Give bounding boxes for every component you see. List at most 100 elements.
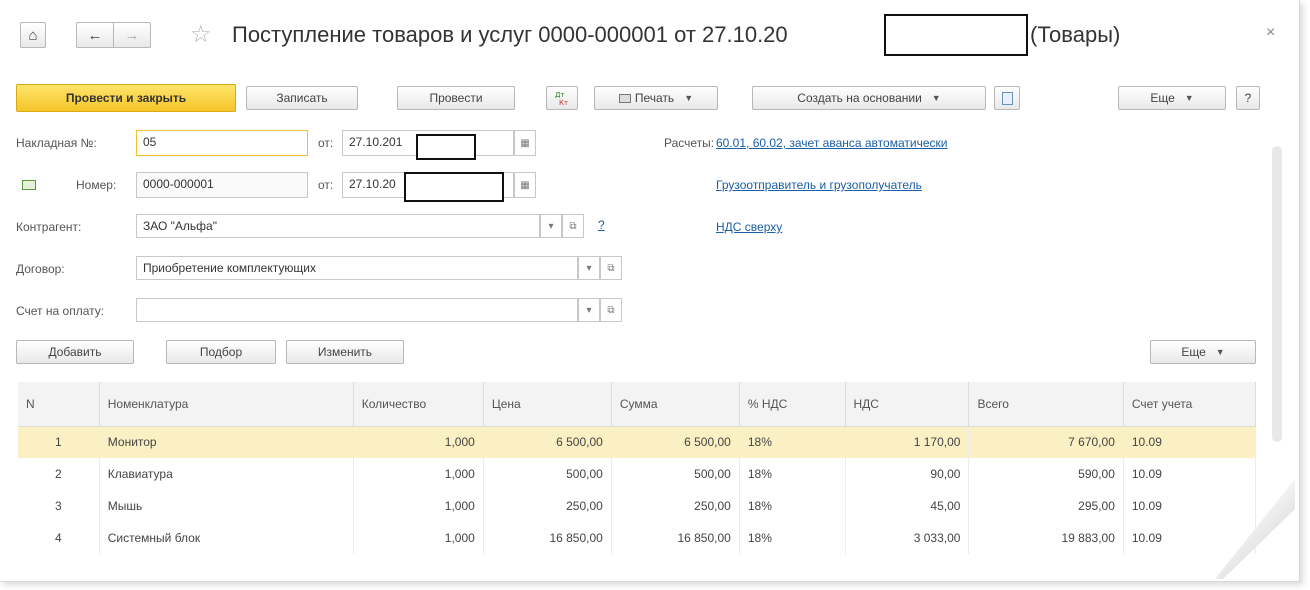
price-cell[interactable]: 250,00 bbox=[483, 490, 612, 522]
help-button[interactable]: ? bbox=[1236, 86, 1260, 110]
report-icon bbox=[1001, 91, 1013, 105]
account-cell[interactable]: 10.09 bbox=[1123, 458, 1257, 490]
table-more-label: Еще bbox=[1181, 345, 1206, 359]
redaction-box bbox=[404, 172, 504, 202]
save-button[interactable]: Записать bbox=[246, 86, 358, 110]
sum-cell[interactable]: 250,00 bbox=[611, 490, 740, 522]
column-header[interactable]: Сумма bbox=[611, 382, 740, 427]
chevron-down-icon[interactable]: ▾ bbox=[578, 298, 600, 322]
column-header[interactable]: Всего bbox=[968, 382, 1124, 427]
sum-cell[interactable]: 16 850,00 bbox=[611, 522, 740, 554]
quantity-cell[interactable]: 1,000 bbox=[353, 490, 484, 522]
chevron-down-icon: ▼ bbox=[1215, 347, 1225, 357]
vat-on-top-link[interactable]: НДС сверху bbox=[716, 220, 782, 234]
chevron-down-icon: ▼ bbox=[1184, 93, 1194, 103]
table-header-row: N Номенклатура Количество Цена Сумма % Н… bbox=[18, 382, 1257, 427]
vat-rate-cell[interactable]: 18% bbox=[739, 458, 846, 490]
row-number-cell: 3 bbox=[18, 490, 100, 522]
back-button[interactable]: ← bbox=[76, 22, 114, 48]
more-button[interactable]: Еще ▼ bbox=[1118, 86, 1226, 110]
payment-invoice-input[interactable] bbox=[136, 298, 578, 322]
table-row[interactable]: 1 Монитор 1,000 6 500,00 6 500,00 18% 1 … bbox=[18, 426, 1257, 458]
vat-cell[interactable]: 1 170,00 bbox=[845, 426, 970, 458]
vat-rate-cell[interactable]: 18% bbox=[739, 522, 846, 554]
total-cell: 7 670,00 bbox=[968, 426, 1124, 458]
home-button[interactable]: ⌂ bbox=[20, 22, 46, 48]
calendar-icon[interactable]: ▦ bbox=[514, 172, 536, 198]
counterparty-label: Контрагент: bbox=[16, 220, 82, 234]
chevron-down-icon[interactable]: ▾ bbox=[540, 214, 562, 238]
payment-invoice-label: Счет на оплату: bbox=[16, 304, 105, 318]
print-button[interactable]: Печать ▼ bbox=[594, 86, 718, 110]
contract-input[interactable]: Приобретение комплектующих bbox=[136, 256, 578, 280]
pick-button[interactable]: Подбор bbox=[166, 340, 276, 364]
post-and-close-button[interactable]: Провести и закрыть bbox=[16, 84, 236, 112]
counterparty-input[interactable]: ЗАО "Альфа" bbox=[136, 214, 540, 238]
counterparty-help-link[interactable]: ? bbox=[598, 218, 605, 232]
price-cell[interactable]: 6 500,00 bbox=[483, 426, 612, 458]
open-link-icon[interactable]: ⧉ bbox=[600, 298, 622, 322]
chevron-down-icon: ▼ bbox=[684, 93, 694, 103]
report-button[interactable] bbox=[994, 86, 1020, 110]
account-cell[interactable]: 10.09 bbox=[1123, 522, 1257, 554]
quantity-cell[interactable]: 1,000 bbox=[353, 522, 484, 554]
nomenclature-cell[interactable]: Клавиатура bbox=[99, 458, 354, 490]
table-row[interactable]: 2 Клавиатура 1,000 500,00 500,00 18% 90,… bbox=[18, 458, 1257, 490]
column-header[interactable]: N bbox=[18, 382, 100, 427]
document-window: ⌂ ← → ☆ Поступление товаров и услуг 0000… bbox=[0, 0, 1300, 582]
column-header[interactable]: Номенклатура bbox=[99, 382, 354, 427]
close-icon[interactable]: × bbox=[1266, 24, 1275, 42]
open-link-icon[interactable]: ⧉ bbox=[600, 256, 622, 280]
nomenclature-cell[interactable]: Монитор bbox=[99, 426, 354, 458]
number-input[interactable]: 0000-000001 bbox=[136, 172, 308, 198]
dt-kt-button[interactable]: Дт Кт bbox=[546, 86, 578, 110]
arrow-right-icon: → bbox=[124, 26, 140, 44]
vat-cell[interactable]: 45,00 bbox=[845, 490, 970, 522]
edit-button[interactable]: Изменить bbox=[286, 340, 404, 364]
column-header[interactable]: Количество bbox=[353, 382, 484, 427]
quantity-cell[interactable]: 1,000 bbox=[353, 458, 484, 490]
more-label: Еще bbox=[1150, 91, 1175, 105]
favorite-star-icon[interactable]: ☆ bbox=[190, 20, 212, 49]
posted-status-icon bbox=[22, 180, 36, 190]
calendar-icon[interactable]: ▦ bbox=[514, 130, 536, 156]
total-cell: 590,00 bbox=[968, 458, 1124, 490]
vat-rate-cell[interactable]: 18% bbox=[739, 426, 846, 458]
add-row-button[interactable]: Добавить bbox=[16, 340, 134, 364]
print-label: Печать bbox=[634, 91, 675, 105]
settlements-link[interactable]: 60.01, 60.02, зачет аванса автоматически bbox=[716, 136, 947, 150]
column-header[interactable]: Счет учета bbox=[1123, 382, 1257, 427]
account-cell[interactable]: 10.09 bbox=[1123, 426, 1257, 458]
create-based-on-label: Создать на основании bbox=[797, 91, 922, 105]
price-cell[interactable]: 500,00 bbox=[483, 458, 612, 490]
account-cell[interactable]: 10.09 bbox=[1123, 490, 1257, 522]
table-more-button[interactable]: Еще ▼ bbox=[1150, 340, 1256, 364]
vat-cell[interactable]: 90,00 bbox=[845, 458, 970, 490]
row-number-cell: 4 bbox=[18, 522, 100, 554]
nomenclature-cell[interactable]: Системный блок bbox=[99, 522, 354, 554]
open-link-icon[interactable]: ⧉ bbox=[562, 214, 584, 238]
invoice-number-input[interactable]: 05 bbox=[136, 130, 308, 156]
nomenclature-cell[interactable]: Мышь bbox=[99, 490, 354, 522]
number-label: Номер: bbox=[76, 178, 117, 192]
page-title-text: Поступление товаров и услуг 0000-000001 … bbox=[232, 22, 788, 47]
redaction-box bbox=[884, 14, 1028, 56]
forward-button[interactable]: → bbox=[113, 22, 151, 48]
quantity-cell[interactable]: 1,000 bbox=[353, 426, 484, 458]
vat-cell[interactable]: 3 033,00 bbox=[845, 522, 970, 554]
vertical-scrollbar[interactable] bbox=[1272, 146, 1282, 442]
column-header[interactable]: НДС bbox=[845, 382, 970, 427]
sum-cell[interactable]: 500,00 bbox=[611, 458, 740, 490]
chevron-down-icon[interactable]: ▾ bbox=[578, 256, 600, 280]
table-row[interactable]: 3 Мышь 1,000 250,00 250,00 18% 45,00 295… bbox=[18, 490, 1257, 522]
post-button[interactable]: Провести bbox=[397, 86, 515, 110]
shipper-consignee-link[interactable]: Грузоотправитель и грузополучатель bbox=[716, 178, 922, 192]
create-based-on-button[interactable]: Создать на основании ▼ bbox=[752, 86, 986, 110]
column-header[interactable]: Цена bbox=[483, 382, 612, 427]
sum-cell[interactable]: 6 500,00 bbox=[611, 426, 740, 458]
vat-rate-cell[interactable]: 18% bbox=[739, 490, 846, 522]
column-header[interactable]: % НДС bbox=[739, 382, 846, 427]
price-cell[interactable]: 16 850,00 bbox=[483, 522, 612, 554]
table-row[interactable]: 4 Системный блок 1,000 16 850,00 16 850,… bbox=[18, 522, 1257, 554]
contract-label: Договор: bbox=[16, 262, 65, 276]
